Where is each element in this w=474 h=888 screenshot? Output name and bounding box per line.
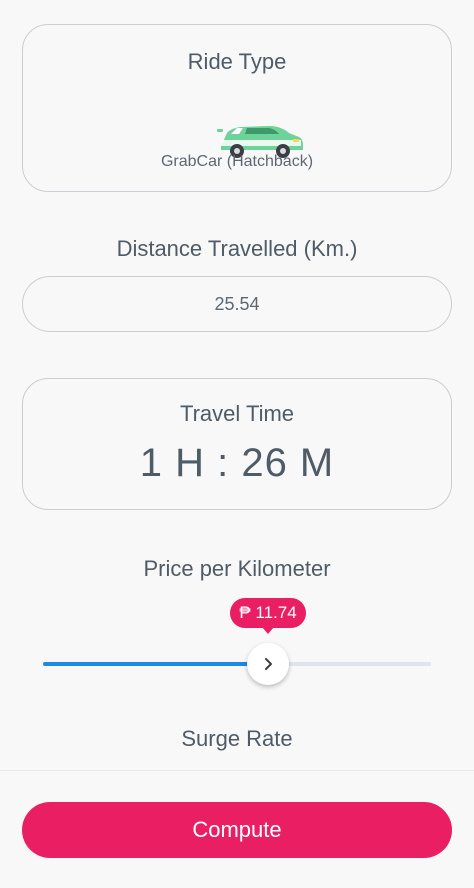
ride-type-card[interactable]: Ride Type GrabCar (Hatchback) <box>22 24 452 192</box>
distance-label: Distance Travelled (Km.) <box>116 236 358 261</box>
chevron-right-icon <box>265 658 272 670</box>
ride-type-subtitle: GrabCar (Hatchback) <box>160 153 314 170</box>
travel-time-card[interactable]: Travel Time 1 H : 26 M <box>22 378 452 510</box>
distance-input[interactable]: 25.54 <box>22 276 452 332</box>
ride-type-title: Ride Type <box>187 49 287 74</box>
price-slider-thumb[interactable] <box>247 643 289 685</box>
travel-time-title: Travel Time <box>179 401 295 426</box>
price-value-badge: ₱ 11.74 <box>230 598 306 634</box>
travel-time-value: 1 H : 26 M <box>139 441 335 485</box>
footer-divider <box>0 770 474 771</box>
compute-button[interactable]: Compute <box>22 802 452 858</box>
surge-rate-label: Surge Rate <box>181 726 293 751</box>
price-slider-fill <box>43 662 268 666</box>
price-per-km-label: Price per Kilometer <box>143 556 331 581</box>
